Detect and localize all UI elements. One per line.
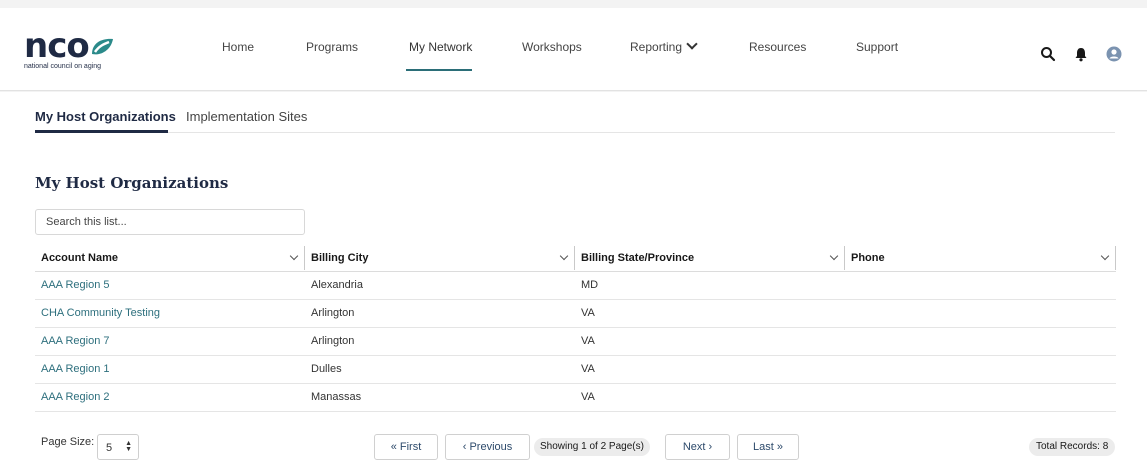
account-name-link[interactable]: CHA Community Testing [35, 300, 160, 328]
account-name-link[interactable]: AAA Region 2 [35, 384, 110, 412]
phone-cell [845, 272, 851, 300]
browser-top-strip [0, 0, 1147, 8]
double-chevron-right-icon: » [776, 441, 783, 453]
chevron-left-icon: ‹ [462, 441, 467, 453]
host-organizations-table: Account Name Billing City Billing State/… [35, 244, 1116, 412]
nav-resources[interactable]: Resources [749, 40, 806, 54]
first-page-label: First [399, 441, 422, 453]
table-header: Account Name Billing City Billing State/… [35, 244, 1116, 272]
billing-state-cell: MD [581, 279, 599, 291]
search-input[interactable] [35, 209, 305, 235]
column-header-phone[interactable]: Phone [845, 244, 1116, 272]
column-header-billing-city[interactable]: Billing City [305, 244, 575, 272]
table-row: AAA Region 1 Dulles VA [35, 356, 1116, 384]
billing-state-cell: VA [581, 307, 595, 319]
billing-state-cell: VA [581, 391, 595, 403]
phone-cell [845, 384, 851, 412]
chevron-right-icon: › [708, 441, 713, 453]
column-label: Account Name [41, 252, 119, 264]
last-page-button[interactable]: Last » [737, 434, 799, 460]
page-size-value: 5 [106, 442, 113, 454]
page-size-stepper[interactable]: 5 ▲ ▼ [97, 434, 139, 460]
next-page-button[interactable]: Next › [665, 434, 730, 460]
main-content: My Host Organizations Implementation Sit… [0, 92, 1147, 469]
chevron-down-icon [559, 251, 569, 261]
column-header-billing-state[interactable]: Billing State/Province [575, 244, 845, 272]
nav-home[interactable]: Home [222, 40, 254, 54]
billing-state-cell: VA [581, 335, 595, 347]
page-size-label: Page Size: [41, 436, 95, 448]
table-row: AAA Region 2 Manassas VA [35, 384, 1116, 412]
active-nav-underline [406, 69, 472, 71]
column-divider [1115, 246, 1116, 270]
nco-logo[interactable]: nco national council on aging [24, 26, 124, 76]
table-row: AAA Region 7 Arlington VA [35, 328, 1116, 356]
previous-page-button[interactable]: ‹ Previous [445, 434, 530, 460]
phone-cell [845, 356, 851, 384]
billing-city-cell: Alexandria [311, 279, 363, 291]
column-label: Phone [851, 252, 885, 264]
user-avatar-icon[interactable] [1106, 46, 1122, 62]
table-row: AAA Region 5 Alexandria MD [35, 272, 1116, 300]
stepper-arrows-icon[interactable]: ▲ ▼ [125, 440, 132, 453]
billing-city-cell: Dulles [311, 363, 342, 375]
tab-my-host-organizations[interactable]: My Host Organizations [35, 109, 176, 124]
billing-city-cell: Manassas [311, 391, 362, 403]
leaf-logo-icon [92, 38, 113, 55]
column-label: Billing City [311, 252, 369, 264]
billing-city-cell: Arlington [311, 335, 355, 347]
phone-cell [845, 300, 851, 328]
page-title: My Host Organizations [35, 174, 229, 192]
last-page-label: Last [753, 441, 774, 453]
billing-city-cell: Arlington [311, 307, 355, 319]
chevron-down-icon [289, 251, 299, 261]
column-header-account-name[interactable]: Account Name [35, 244, 305, 272]
nav-reporting-label: Reporting [630, 40, 683, 54]
logo-wordmark: nco [24, 26, 90, 66]
next-page-label: Next [682, 441, 706, 453]
active-tab-underline [35, 130, 168, 133]
phone-cell [845, 328, 851, 356]
first-page-button[interactable]: « First [374, 434, 438, 460]
site-header: nco national council on aging Home Progr… [0, 8, 1147, 91]
billing-state-cell: VA [581, 363, 595, 375]
pagination-bar: Page Size: 5 ▲ ▼ « First ‹ Previous Showi… [0, 432, 1147, 462]
chevron-down-icon [686, 38, 698, 50]
chevron-down-icon [829, 251, 839, 261]
table-row: CHA Community Testing Arlington VA [35, 300, 1116, 328]
logo-tagline: national council on aging [24, 63, 102, 70]
tab-implementation-sites[interactable]: Implementation Sites [186, 109, 307, 124]
double-chevron-left-icon: « [390, 441, 397, 453]
page-status-badge: Showing 1 of 2 Page(s) [534, 438, 650, 456]
nav-programs[interactable]: Programs [306, 40, 358, 54]
column-label: Billing State/Province [581, 252, 695, 264]
nav-support[interactable]: Support [856, 40, 898, 54]
chevron-down-icon [1100, 251, 1110, 261]
total-records-badge: Total Records: 8 [1029, 438, 1116, 456]
nav-my-network[interactable]: My Network [409, 40, 472, 54]
previous-page-label: Previous [469, 441, 513, 453]
search-icon[interactable] [1040, 46, 1056, 62]
nav-reporting[interactable]: Reporting [630, 38, 698, 54]
tab-bar: My Host Organizations Implementation Sit… [35, 100, 1115, 133]
account-name-link[interactable]: AAA Region 5 [35, 272, 110, 300]
account-name-link[interactable]: AAA Region 1 [35, 356, 110, 384]
bell-icon[interactable] [1073, 46, 1089, 62]
account-name-link[interactable]: AAA Region 7 [35, 328, 110, 356]
nav-workshops[interactable]: Workshops [522, 40, 582, 54]
